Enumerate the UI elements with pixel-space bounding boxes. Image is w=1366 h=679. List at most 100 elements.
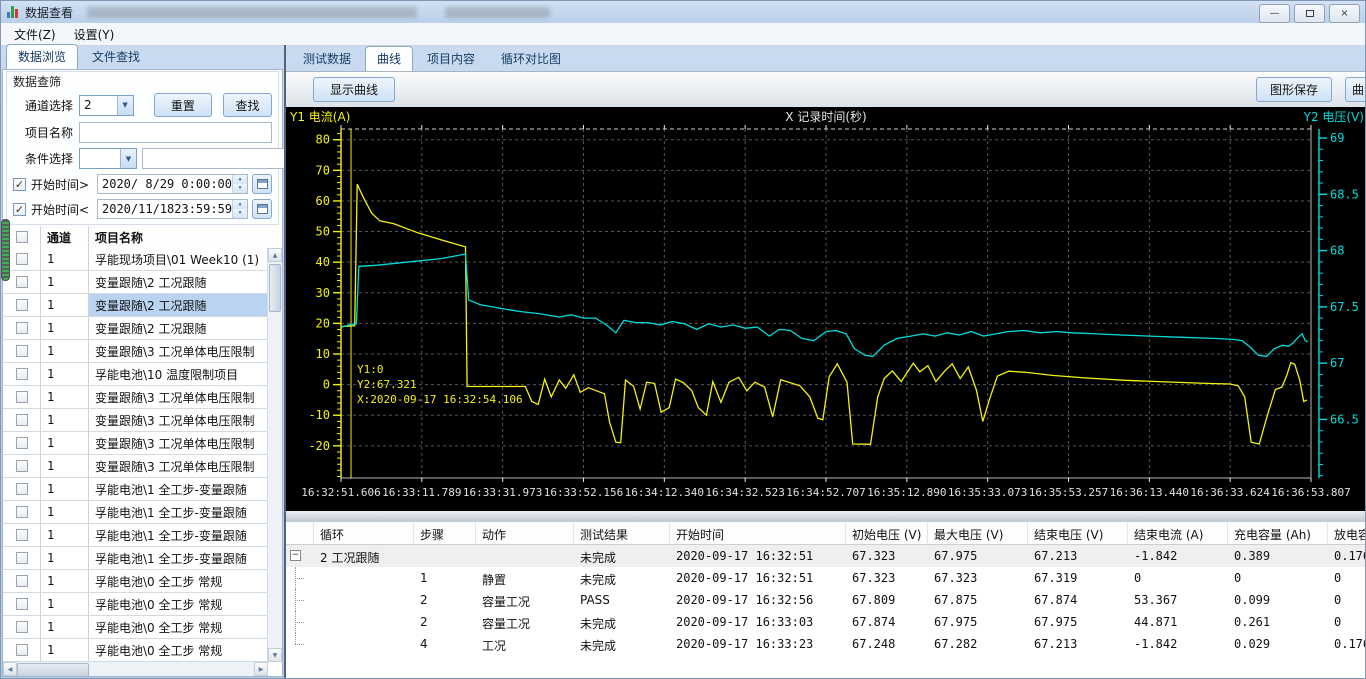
project-row[interactable]: 1 孚能电池\0 全工步 常规 (3, 593, 268, 616)
start-after-datetime[interactable]: 2020/ 8/29 0:00:00 ▲ ▼ (97, 174, 248, 194)
project-row[interactable]: 1 孚能电池\1 全工步-变量跟随 (3, 547, 268, 570)
calendar-button[interactable] (252, 174, 272, 194)
datetime-spinner[interactable]: ▲ ▼ (232, 175, 247, 193)
project-row[interactable]: 1 变量跟随\3 工况单体电压限制 (3, 409, 268, 432)
project-row[interactable]: 1 变量跟随\2 工况跟随 (3, 271, 268, 294)
project-name-cell[interactable]: 变量跟随\3 工况单体电压限制 (89, 432, 268, 454)
save-curve-button-clipped[interactable]: 曲 (1345, 77, 1365, 102)
curve-chart-area[interactable]: 80 70 60 50 40 30 20 10 0 -10 -20 69 68.5 68 67.5 67 66.… (286, 107, 1365, 511)
result-row[interactable]: − 2 工况跟随 未完成 2020-09-17 16:32:51 67.323 67.97… (286, 545, 1365, 567)
project-row[interactable]: 1 孚能现场项目\01 Week10 (1) (3, 248, 268, 271)
column-header[interactable]: 循环 (314, 522, 414, 544)
row-checkbox[interactable] (3, 386, 41, 408)
project-name-cell[interactable]: 孚能电池\0 全工步 常规 (89, 616, 268, 638)
tab-test-data[interactable]: 测试数据 (291, 46, 363, 71)
menu-settings[interactable]: 设置(Y) (65, 24, 124, 45)
project-name-cell[interactable]: 孚能电池\1 全工步-变量跟随 (89, 478, 268, 500)
channel-select[interactable]: 2 ▼ (79, 94, 134, 116)
horizontal-scrollbar[interactable]: ◀ ▶ (3, 661, 268, 676)
tab-curve[interactable]: 曲线 (365, 46, 414, 71)
row-checkbox[interactable] (3, 478, 41, 500)
scroll-up-icon[interactable]: ▲ (268, 248, 282, 262)
datetime-spinner[interactable]: ▲ ▼ (232, 200, 248, 218)
project-name-cell[interactable]: 变量跟随\3 工况单体电压限制 (89, 409, 268, 431)
minimize-button[interactable]: — (1259, 4, 1290, 23)
column-header[interactable]: 步骤 (414, 522, 476, 544)
project-row[interactable]: 1 孚能电池\0 全工步 常规 (3, 639, 268, 662)
column-header[interactable]: 开始时间 (670, 522, 846, 544)
project-row[interactable]: 1 变量跟随\3 工况单体电压限制 (3, 386, 268, 409)
row-checkbox[interactable] (3, 639, 41, 661)
project-row[interactable]: 1 变量跟随\3 工况单体电压限制 (3, 432, 268, 455)
column-header[interactable]: 测试结果 (574, 522, 670, 544)
row-checkbox[interactable] (3, 524, 41, 546)
project-name-cell[interactable]: 孚能电池\0 全工步 常规 (89, 570, 268, 592)
tab-project-content[interactable]: 项目内容 (415, 46, 487, 71)
scrollbar-thumb[interactable] (269, 264, 281, 312)
project-row[interactable]: 1 孚能电池\1 全工步-变量跟随 (3, 501, 268, 524)
project-name-cell[interactable]: 孚能电池\10 温度限制项目 (89, 363, 268, 385)
project-row[interactable]: 1 孚能电池\1 全工步-变量跟随 (3, 478, 268, 501)
calendar-button[interactable] (252, 199, 273, 219)
project-name-cell[interactable]: 变量跟随\3 工况单体电压限制 (89, 386, 268, 408)
row-checkbox[interactable] (3, 340, 41, 362)
condition-select[interactable]: ▼ (79, 148, 137, 169)
project-name-cell[interactable]: 孚能现场项目\01 Week10 (1) (89, 248, 268, 270)
tab-data-browse[interactable]: 数据浏览 (6, 44, 79, 69)
row-checkbox[interactable] (3, 616, 41, 638)
title-bar[interactable]: 数据查看 — × (1, 1, 1365, 23)
row-checkbox[interactable] (3, 501, 41, 523)
search-button[interactable]: 查找 (223, 93, 272, 117)
project-name-cell[interactable]: 变量跟随\2 工况跟随 (89, 271, 268, 293)
column-header[interactable]: 结束电流 (A) (1128, 522, 1228, 544)
column-header[interactable]: 结束电压 (V) (1028, 522, 1128, 544)
row-checkbox[interactable] (3, 570, 41, 592)
close-button[interactable]: × (1329, 4, 1360, 23)
column-header[interactable]: 放电容量 (Ah) (1328, 522, 1365, 544)
project-name-cell[interactable]: 变量跟随\2 工况跟随 (89, 294, 268, 316)
column-header[interactable]: 最大电压 (V) (928, 522, 1028, 544)
chevron-down-icon[interactable]: ▼ (116, 95, 133, 115)
show-curve-button[interactable]: 显示曲线 (313, 77, 395, 102)
tree-collapse-icon[interactable]: − (290, 550, 301, 561)
column-header[interactable]: 初始电压 (V) (846, 522, 928, 544)
row-checkbox[interactable] (3, 409, 41, 431)
vertical-scrollbar[interactable]: ▲ ▼ (267, 248, 282, 662)
project-row[interactable]: 1 孚能电池\1 全工步-变量跟随 (3, 524, 268, 547)
start-after-checkbox[interactable]: ✓ (13, 177, 26, 191)
project-name-cell[interactable]: 变量跟随\2 工况跟随 (89, 317, 268, 339)
result-row[interactable]: 4 工况 未完成 2020-09-17 16:33:23 67.248 67.282 67.… (286, 633, 1365, 655)
row-checkbox[interactable] (3, 547, 41, 569)
tab-cycle-compare[interactable]: 循环对比图 (489, 46, 573, 71)
project-row[interactable]: 1 孚能电池\10 温度限制项目 (3, 363, 268, 386)
result-row[interactable]: 1 静置 未完成 2020-09-17 16:32:51 67.323 67.323 67.… (286, 567, 1365, 589)
restore-button[interactable] (1294, 4, 1325, 23)
tab-file-search[interactable]: 文件查找 (80, 44, 152, 69)
column-header[interactable]: 动作 (476, 522, 574, 544)
project-row[interactable]: 1 孚能电池\0 全工步 常规 (3, 616, 268, 639)
project-name-cell[interactable]: 孚能电池\1 全工步-变量跟随 (89, 547, 268, 569)
row-checkbox[interactable] (3, 455, 41, 477)
row-checkbox[interactable] (3, 432, 41, 454)
reset-button[interactable]: 重置 (153, 93, 213, 117)
start-before-datetime[interactable]: 2020/11/18 23:59:59 ▲ ▼ (97, 199, 249, 219)
project-row[interactable]: 1 变量跟随\2 工况跟随 (3, 317, 268, 340)
project-name-cell[interactable]: 变量跟随\3 工况单体电压限制 (89, 455, 268, 477)
start-before-checkbox[interactable]: ✓ (13, 202, 26, 216)
project-name-cell[interactable]: 孚能电池\1 全工步-变量跟随 (89, 524, 268, 546)
project-row[interactable]: 1 变量跟随\2 工况跟随 (3, 294, 268, 317)
row-checkbox[interactable] (3, 593, 41, 615)
row-checkbox[interactable] (3, 317, 41, 339)
project-name-cell[interactable]: 变量跟随\3 工况单体电压限制 (89, 340, 268, 362)
project-name-input[interactable] (79, 122, 272, 143)
project-name-cell[interactable]: 孚能电池\0 全工步 常规 (89, 639, 268, 661)
column-header[interactable]: 充电容量 (Ah) (1228, 522, 1328, 544)
chevron-down-icon[interactable]: ▼ (120, 149, 136, 168)
result-row[interactable]: 2 容量工况 未完成 2020-09-17 16:33:03 67.874 67.975 6… (286, 611, 1365, 633)
project-row[interactable]: 1 孚能电池\0 全工步 常规 (3, 570, 268, 593)
result-row[interactable]: 2 容量工况 PASS 2020-09-17 16:32:56 67.809 67.875… (286, 589, 1365, 611)
project-name-cell[interactable]: 孚能电池\0 全工步 常规 (89, 593, 268, 615)
splitter-grip[interactable] (1, 219, 10, 281)
project-name-cell[interactable]: 孚能电池\1 全工步-变量跟随 (89, 501, 268, 523)
scroll-right-icon[interactable]: ▶ (254, 662, 268, 676)
